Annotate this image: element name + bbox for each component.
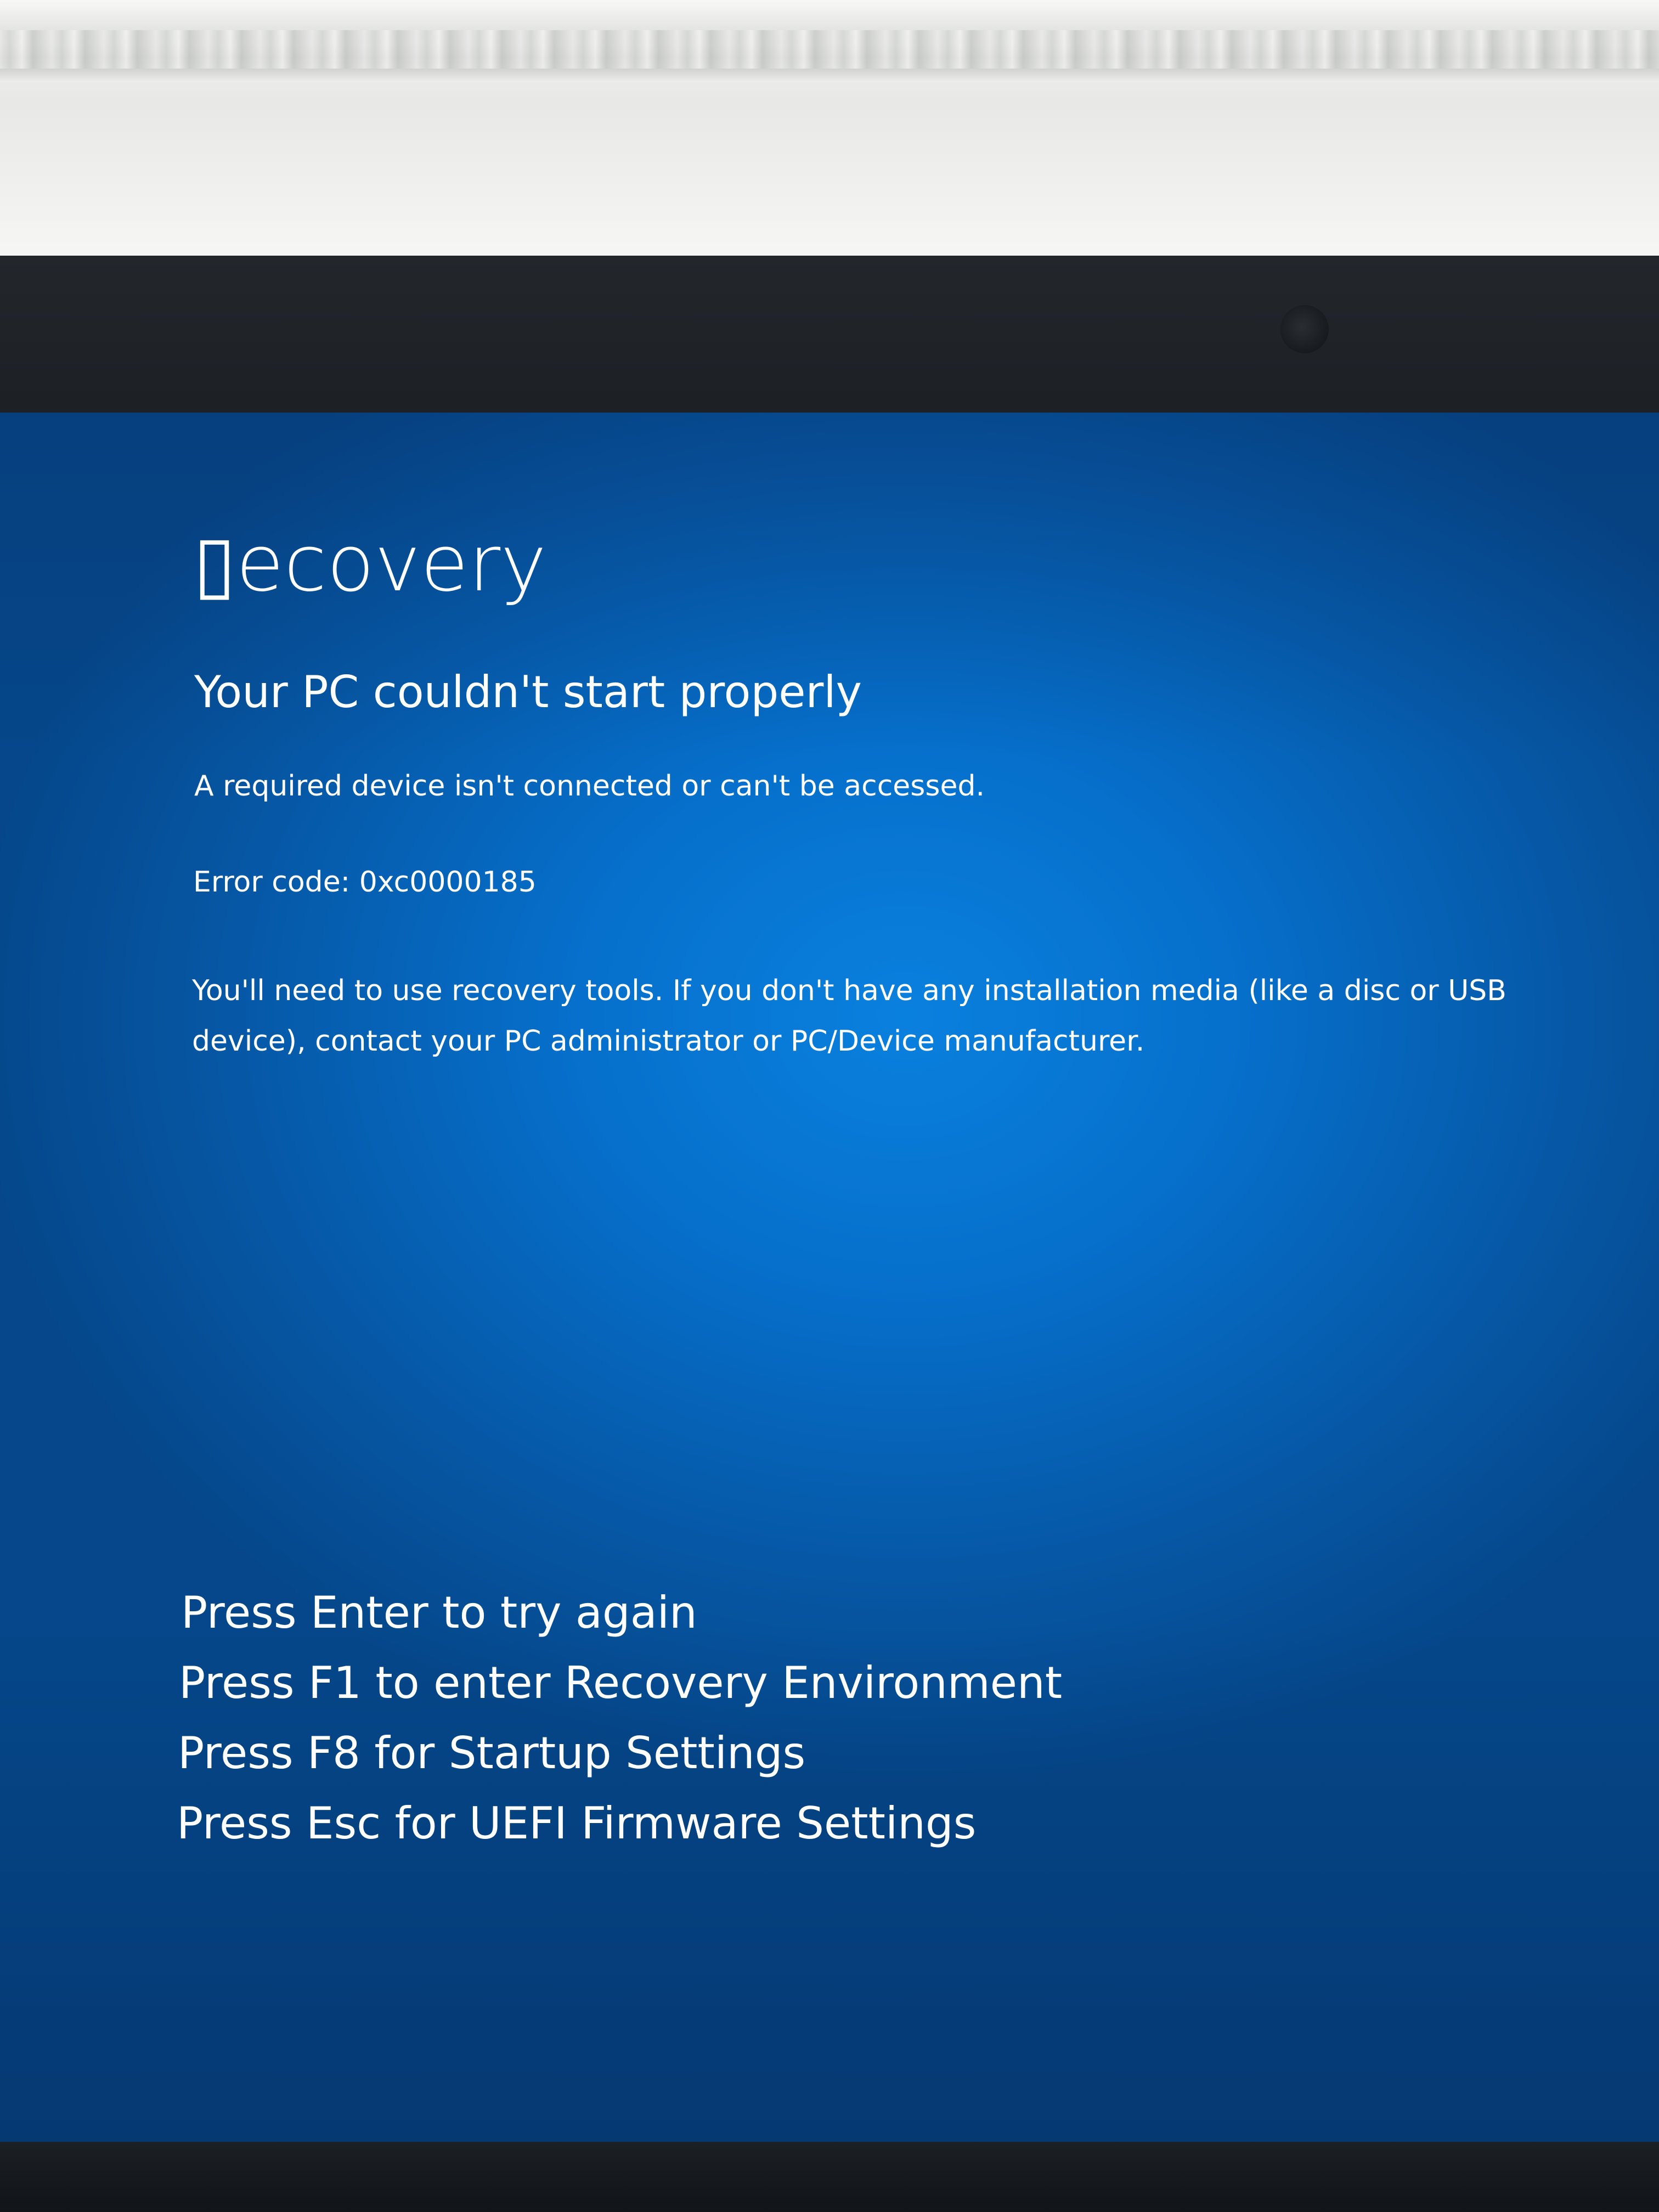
window-blinds [0, 30, 1659, 69]
option-press-f8[interactable]: Press F8 for Startup Settings [178, 1731, 805, 1775]
option-press-esc[interactable]: Press Esc for UEFI Firmware Settings [177, 1802, 976, 1846]
error-description: A required device isn't connected or can… [194, 770, 985, 803]
option-press-f1[interactable]: Press F1 to enter Recovery Environment [179, 1661, 1062, 1705]
recovery-instructions: You'll need to use recovery tools. If yo… [192, 974, 1506, 1058]
option-press-enter[interactable]: Press Enter to try again [181, 1591, 697, 1635]
recovery-content: ▯ecovery Your PC couldn't start properly… [0, 413, 1659, 2142]
webcam-icon [1280, 305, 1329, 353]
error-heading: Your PC couldn't start properly [194, 667, 862, 718]
error-code: Error code: 0xc0000185 [193, 866, 537, 899]
laptop-bottom-bezel [0, 2142, 1659, 2212]
page-title: ▯ecovery [193, 518, 547, 609]
photo-frame: ▯ecovery Your PC couldn't start properly… [0, 0, 1659, 2212]
recovery-screen: ▯ecovery Your PC couldn't start properly… [0, 413, 1659, 2142]
